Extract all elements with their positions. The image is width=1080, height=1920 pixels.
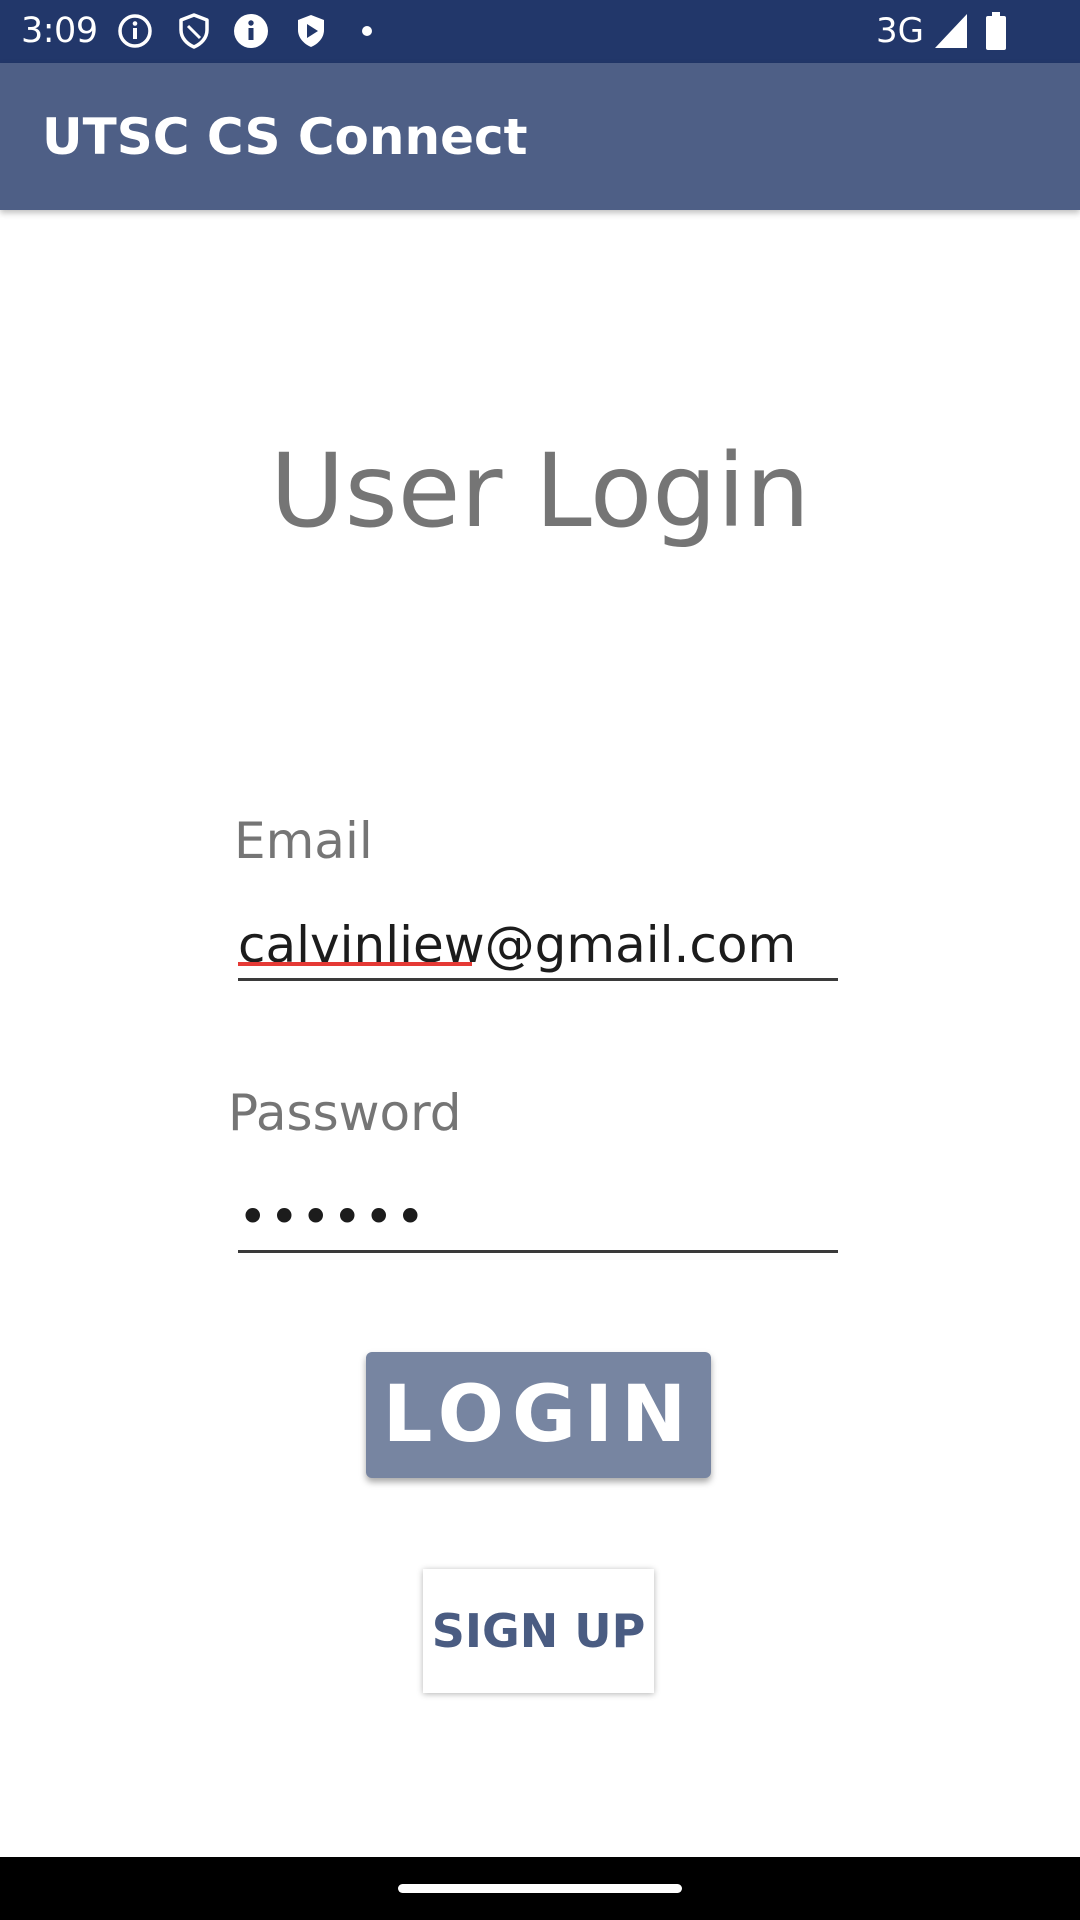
email-field[interactable] xyxy=(238,911,838,981)
home-indicator[interactable] xyxy=(398,1884,682,1893)
password-field[interactable] xyxy=(238,1183,838,1253)
network-type: 3G xyxy=(876,11,924,51)
status-time: 3:09 xyxy=(21,11,98,51)
spellcheck-underline xyxy=(238,962,472,966)
app-title: UTSC CS Connect xyxy=(42,108,528,166)
status-bar: 3:09 3G xyxy=(0,0,1080,63)
signup-button[interactable]: SIGN UP xyxy=(423,1569,654,1693)
page-title: User Login xyxy=(269,432,811,551)
shield-icon xyxy=(175,12,213,50)
notification-dot-icon xyxy=(356,12,394,50)
password-label: Password xyxy=(228,1084,462,1142)
info-circle-icon xyxy=(116,12,154,50)
navigation-bar xyxy=(0,1857,1080,1920)
email-label: Email xyxy=(234,812,373,870)
battery-icon xyxy=(984,11,1008,51)
play-shield-icon xyxy=(292,12,330,50)
info-filled-icon xyxy=(232,12,270,50)
signal-icon xyxy=(933,11,969,51)
app-bar: UTSC CS Connect xyxy=(0,63,1080,210)
login-button[interactable]: LOGIN xyxy=(366,1352,711,1478)
